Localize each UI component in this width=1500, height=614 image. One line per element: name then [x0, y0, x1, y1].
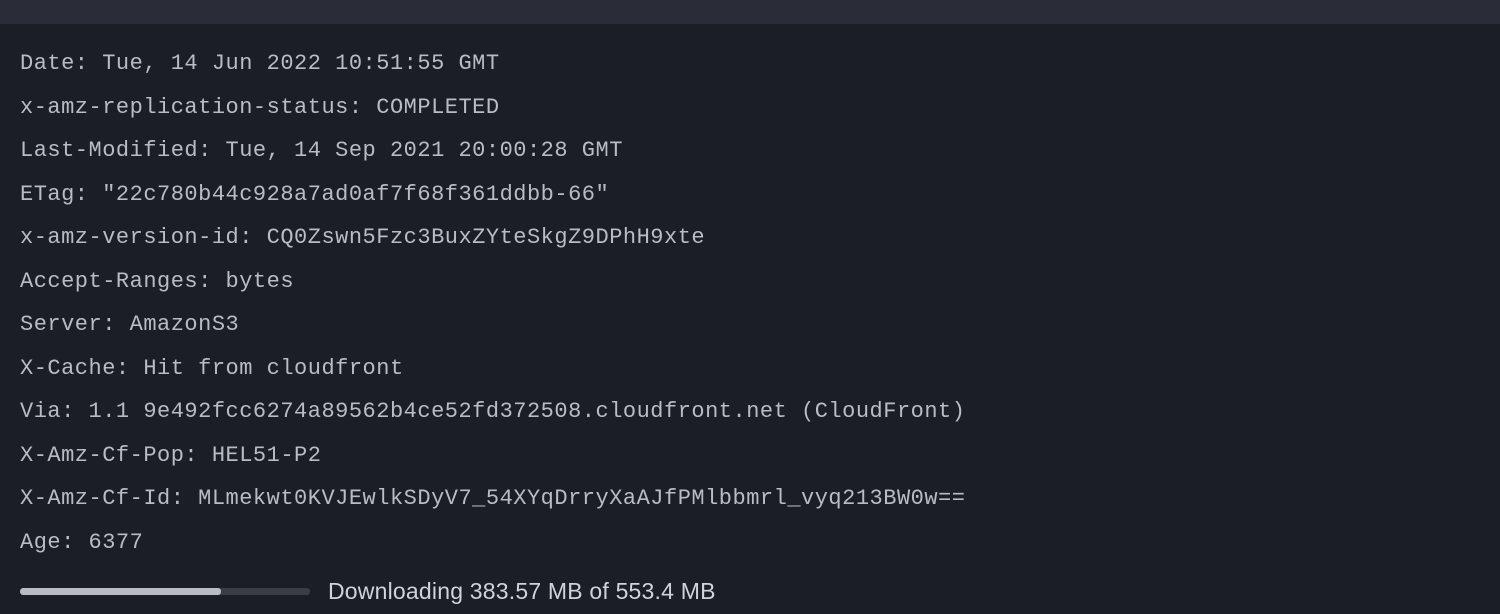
header-line: Server: AmazonS3	[20, 303, 1480, 347]
download-status-row: Downloading 383.57 MB of 553.4 MB	[20, 569, 1480, 614]
download-status-text: Downloading 383.57 MB of 553.4 MB	[328, 569, 716, 614]
header-line: Age: 6377	[20, 521, 1480, 565]
header-line: Last-Modified: Tue, 14 Sep 2021 20:00:28…	[20, 129, 1480, 173]
header-line: x-amz-replication-status: COMPLETED	[20, 86, 1480, 130]
progress-bar	[20, 588, 310, 595]
header-line: Via: 1.1 9e492fcc6274a89562b4ce52fd37250…	[20, 390, 1480, 434]
progress-bar-fill	[20, 588, 221, 595]
terminal-output: Date: Tue, 14 Jun 2022 10:51:55 GMTx-amz…	[0, 24, 1500, 614]
header-line: X-Amz-Cf-Id: MLmekwt0KVJEwlkSDyV7_54XYqD…	[20, 477, 1480, 521]
header-line: X-Amz-Cf-Pop: HEL51-P2	[20, 434, 1480, 478]
header-line: x-amz-version-id: CQ0Zswn5Fzc3BuxZYteSkg…	[20, 216, 1480, 260]
header-line: X-Cache: Hit from cloudfront	[20, 347, 1480, 391]
http-headers-block: Date: Tue, 14 Jun 2022 10:51:55 GMTx-amz…	[20, 42, 1480, 565]
window-top-bar	[0, 0, 1500, 24]
header-line: ETag: "22c780b44c928a7ad0af7f68f361ddbb-…	[20, 173, 1480, 217]
header-line: Accept-Ranges: bytes	[20, 260, 1480, 304]
header-line: Date: Tue, 14 Jun 2022 10:51:55 GMT	[20, 42, 1480, 86]
